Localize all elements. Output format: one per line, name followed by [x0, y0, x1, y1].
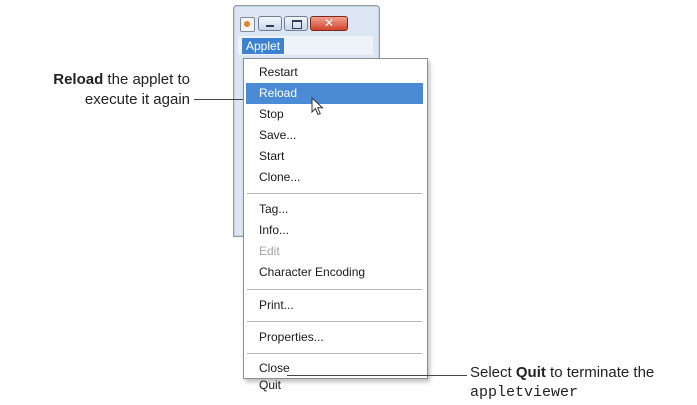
menu-item-restart[interactable]: Restart: [246, 62, 423, 83]
callout-bold-term: Quit: [515, 364, 546, 381]
menu-item-info[interactable]: Info...: [246, 220, 423, 241]
close-window-button[interactable]: ✕: [310, 16, 348, 31]
menu-item-character-encoding[interactable]: Character Encoding: [246, 262, 423, 283]
maximize-icon: [292, 20, 302, 29]
menu-item-start[interactable]: Start: [246, 146, 423, 167]
quit-leader-line: [287, 375, 467, 376]
menu-item-label: Quit: [259, 378, 282, 392]
menu-item-label: Info...: [259, 223, 290, 237]
menu-applet[interactable]: Applet: [242, 38, 285, 54]
menu-item-label: Reload: [259, 86, 298, 100]
menu-item-label: Properties...: [259, 330, 324, 344]
menu-separator: [247, 353, 422, 355]
callout-text: execute it again: [84, 91, 190, 108]
reload-leader-line: [194, 99, 243, 100]
menu-item-properties[interactable]: Properties...: [246, 327, 423, 348]
menu-item-stop[interactable]: Stop: [246, 104, 423, 125]
menu-item-clone[interactable]: Clone...: [246, 167, 423, 188]
maximize-button[interactable]: [284, 16, 308, 31]
menu-separator: [247, 321, 422, 323]
title-bar: ✕: [234, 6, 379, 36]
menu-item-save[interactable]: Save...: [246, 125, 423, 146]
menu-item-label: Print...: [259, 298, 294, 312]
callout-text: the applet to: [103, 71, 190, 88]
menu-item-label: Stop: [259, 107, 284, 121]
menu-separator: [247, 289, 422, 291]
menu-item-tag[interactable]: Tag...: [246, 199, 423, 220]
applet-dropdown-menu: Restart Reload Stop Save... Start Clone.…: [243, 58, 428, 392]
reload-callout: Reload the applet to execute it again: [0, 70, 190, 110]
menu-item-label: Tag...: [259, 202, 289, 216]
menu-item-label: Restart: [259, 65, 298, 79]
menu-item-print[interactable]: Print...: [246, 295, 423, 316]
callout-code: appletviewer: [470, 384, 579, 401]
menu-bar: Applet: [238, 36, 373, 55]
mouse-pointer-icon: [311, 97, 324, 116]
menu-item-label: Edit: [259, 244, 280, 258]
menu-item-reload[interactable]: Reload: [246, 83, 423, 104]
quit-callout: Select Quit to terminate the appletviewe…: [470, 363, 654, 403]
close-icon: ✕: [323, 16, 335, 30]
callout-bold-term: Reload: [53, 71, 104, 88]
callout-text: to terminate the: [545, 364, 655, 381]
menu-item-label: Clone...: [259, 170, 301, 184]
menu-item-edit: Edit: [246, 241, 423, 262]
minimize-icon: [266, 25, 274, 27]
menu-item-label: Character Encoding: [259, 265, 366, 279]
java-coffee-icon: [240, 17, 255, 32]
callout-text: Select: [470, 364, 516, 381]
menu-item-label: Save...: [259, 128, 297, 142]
menu-separator: [247, 193, 422, 195]
minimize-button[interactable]: [258, 16, 282, 31]
menu-item-label: Start: [259, 149, 285, 163]
